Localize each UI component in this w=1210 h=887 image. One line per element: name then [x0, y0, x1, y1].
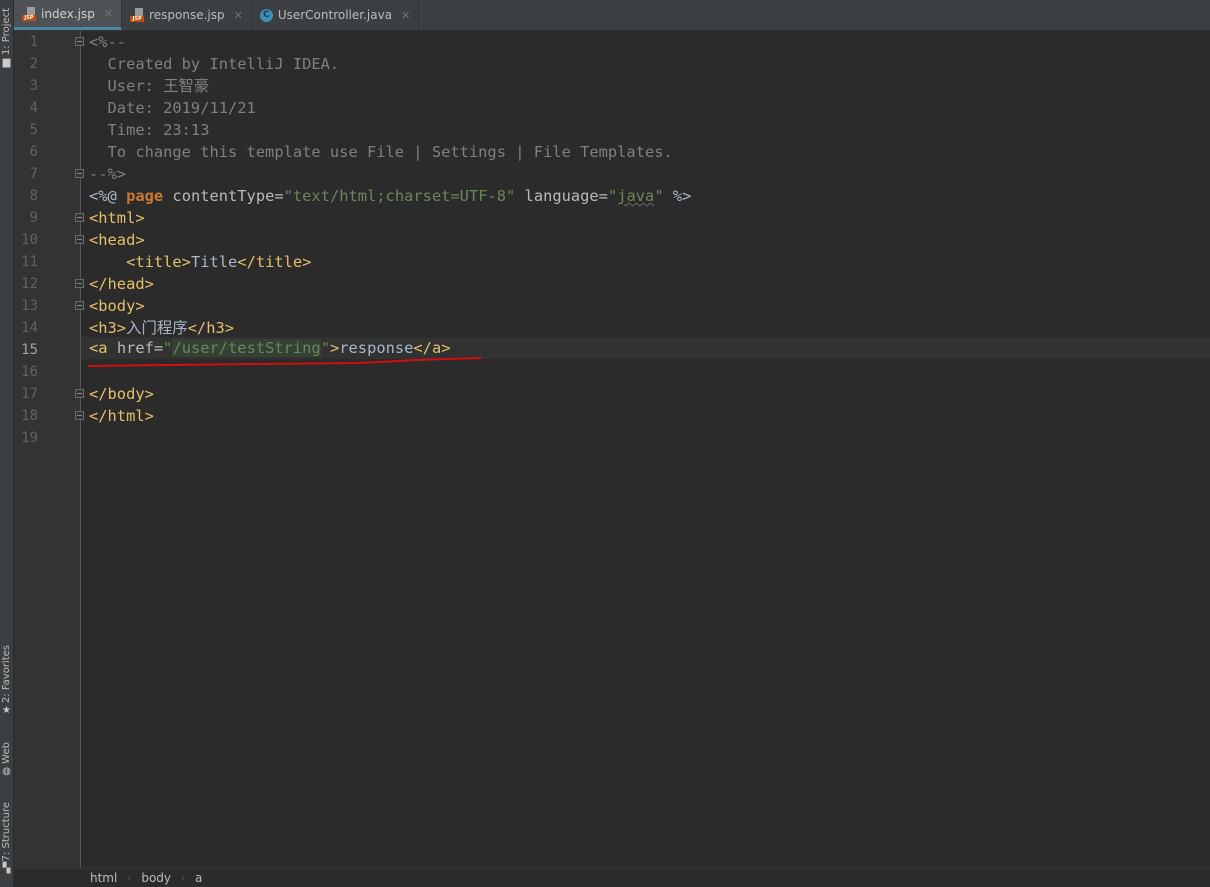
- code-line-18[interactable]: </html>: [89, 405, 154, 427]
- close-icon[interactable]: ✕: [104, 7, 113, 20]
- favorites-label: 2: Favorites: [0, 645, 12, 704]
- java-class-icon: C: [259, 8, 273, 22]
- quote: ": [320, 339, 330, 357]
- project-label: 1: Project: [0, 8, 12, 56]
- tab-label: UserController.java: [277, 8, 393, 22]
- tag-close: </h3>: [187, 319, 234, 337]
- line-number: 7: [29, 166, 38, 182]
- tag-open: <a: [89, 339, 108, 357]
- tool-window-favorites[interactable]: 2: Favorites ★: [0, 645, 13, 717]
- code-line-8[interactable]: <%@ page contentType="text/html;charset=…: [89, 185, 691, 207]
- code-line-14[interactable]: <h3>入门程序</h3>: [89, 317, 234, 339]
- fold-marker[interactable]: [75, 279, 84, 288]
- globe-icon: ◍: [2, 765, 11, 777]
- tool-window-project[interactable]: 1: Project ▆: [0, 8, 13, 69]
- code-line-4[interactable]: Date: 2019/11/21: [89, 97, 256, 119]
- tab-label: response.jsp: [149, 8, 225, 22]
- attr-value-warning: java: [617, 187, 655, 205]
- code-line-7[interactable]: --%>: [89, 163, 126, 185]
- line-number: 1: [29, 34, 38, 50]
- close-icon[interactable]: ✕: [234, 9, 243, 22]
- fold-marker[interactable]: [75, 301, 84, 310]
- line-number: 15: [21, 342, 38, 358]
- line-number: 12: [21, 276, 38, 292]
- line-number: 18: [21, 408, 38, 424]
- line-number: 16: [21, 364, 38, 380]
- breadcrumb-item-html[interactable]: html: [90, 871, 117, 885]
- code-line-12[interactable]: </head>: [89, 273, 154, 295]
- line-number: 2: [29, 56, 38, 72]
- directive-keyword: page: [126, 187, 164, 205]
- star-icon: ★: [2, 705, 11, 717]
- line-number: 10: [21, 232, 38, 248]
- line-number: 19: [21, 430, 38, 446]
- line-number: 5: [29, 122, 38, 138]
- code-line-13[interactable]: <body>: [89, 295, 145, 317]
- tab-usercontroller-java[interactable]: C UserController.java ✕: [252, 0, 420, 30]
- code-line-10[interactable]: <head>: [89, 229, 145, 251]
- fold-marker[interactable]: [75, 213, 84, 222]
- code-line-17[interactable]: </body>: [89, 383, 154, 405]
- attr-name: contentType=: [163, 187, 284, 205]
- structure-icon: ▚: [2, 863, 11, 875]
- code-line-11[interactable]: <title>Title</title>: [89, 251, 311, 273]
- attr-name: href=: [107, 339, 164, 357]
- attr-name: language=: [515, 187, 608, 205]
- directive-open: <%@: [89, 187, 127, 205]
- tag-open: <h3>: [89, 319, 127, 337]
- code-line-5[interactable]: Time: 23:13: [89, 119, 210, 141]
- structure-label: 7: Structure: [0, 802, 12, 862]
- fold-marker[interactable]: [75, 169, 84, 178]
- line-number: 11: [21, 254, 38, 270]
- tag-open: <title>: [126, 253, 191, 271]
- quote: ": [607, 187, 618, 205]
- close-icon[interactable]: ✕: [401, 9, 410, 22]
- tab-label: index.jsp: [41, 6, 95, 21]
- line-number: 3: [29, 78, 38, 94]
- breadcrumb-item-a[interactable]: a: [195, 871, 202, 885]
- line-number: 14: [21, 320, 38, 336]
- tag-text: Title: [190, 253, 238, 271]
- jsp-file-icon: JSP: [22, 6, 36, 21]
- tag-text: 入门程序: [126, 319, 188, 337]
- link-text: response: [339, 339, 414, 357]
- tool-window-structure[interactable]: 7: Structure ▚: [0, 802, 13, 875]
- folder-icon: ▆: [2, 57, 11, 69]
- line-number: 17: [21, 386, 38, 402]
- line-number: 6: [29, 144, 38, 160]
- quote: ": [654, 187, 664, 205]
- fold-marker[interactable]: [75, 389, 84, 398]
- chevron-right-icon: ›: [181, 872, 186, 884]
- code-line-9[interactable]: <html>: [89, 207, 145, 229]
- breadcrumb: html › body › a: [14, 868, 1210, 887]
- line-number: 9: [29, 210, 38, 226]
- line-number: 8: [29, 188, 38, 204]
- jsp-file-icon: JSP: [130, 8, 145, 22]
- code-line-2[interactable]: Created by IntelliJ IDEA.: [89, 53, 340, 75]
- fold-marker[interactable]: [75, 37, 84, 46]
- breadcrumb-item-body[interactable]: body: [141, 871, 171, 885]
- tab-response-jsp[interactable]: JSP response.jsp ✕: [122, 0, 252, 30]
- editor-tab-bar: JSP index.jsp ✕ JSP response.jsp ✕ C Use…: [14, 0, 1210, 31]
- web-label: Web: [0, 742, 12, 764]
- line-number: 4: [29, 100, 38, 116]
- directive-close: %>: [663, 187, 692, 205]
- fold-marker[interactable]: [75, 235, 84, 244]
- code-line-1[interactable]: <%--: [89, 31, 126, 53]
- attr-value: "text/html;charset=UTF-8": [283, 187, 516, 205]
- tag-close: </title>: [237, 253, 312, 271]
- code-line-3[interactable]: User: 王智豪: [89, 75, 210, 97]
- tool-window-web[interactable]: Web ◍: [0, 742, 13, 778]
- gutter-separator: [80, 31, 81, 869]
- tag-gt: >: [329, 339, 340, 357]
- code-line-15[interactable]: <a href="/user/testString">response</a>: [89, 337, 450, 359]
- fold-marker[interactable]: [75, 411, 84, 420]
- code-line-6[interactable]: To change this template use File | Setti…: [89, 141, 673, 163]
- tab-index-jsp[interactable]: JSP index.jsp ✕: [14, 0, 123, 30]
- href-value: /user/testString: [172, 339, 321, 357]
- line-number: 13: [21, 298, 38, 314]
- chevron-right-icon: ›: [127, 872, 132, 884]
- tag-close: </a>: [413, 339, 451, 357]
